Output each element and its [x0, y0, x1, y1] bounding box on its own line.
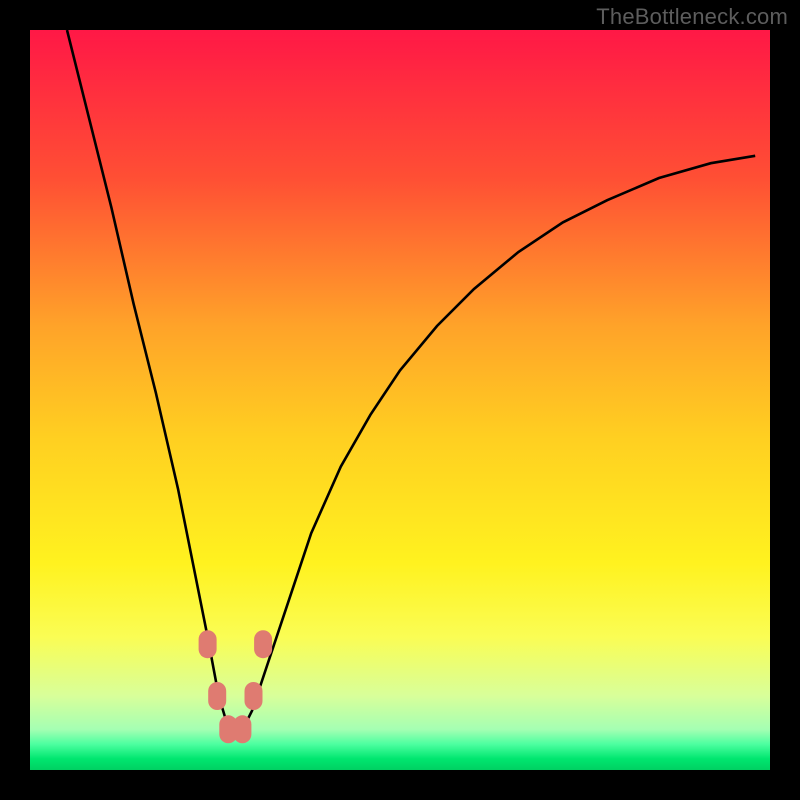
marker-bottom-right [233, 715, 251, 743]
curve-layer [30, 30, 770, 770]
watermark-text: TheBottleneck.com [596, 4, 788, 30]
chart-frame: TheBottleneck.com [0, 0, 800, 800]
marker-left-lower [208, 682, 226, 710]
plot-area [30, 30, 770, 770]
marker-right-upper [254, 630, 272, 658]
marker-left-upper [199, 630, 217, 658]
bottleneck-curve [67, 30, 755, 733]
marker-right-lower [245, 682, 263, 710]
